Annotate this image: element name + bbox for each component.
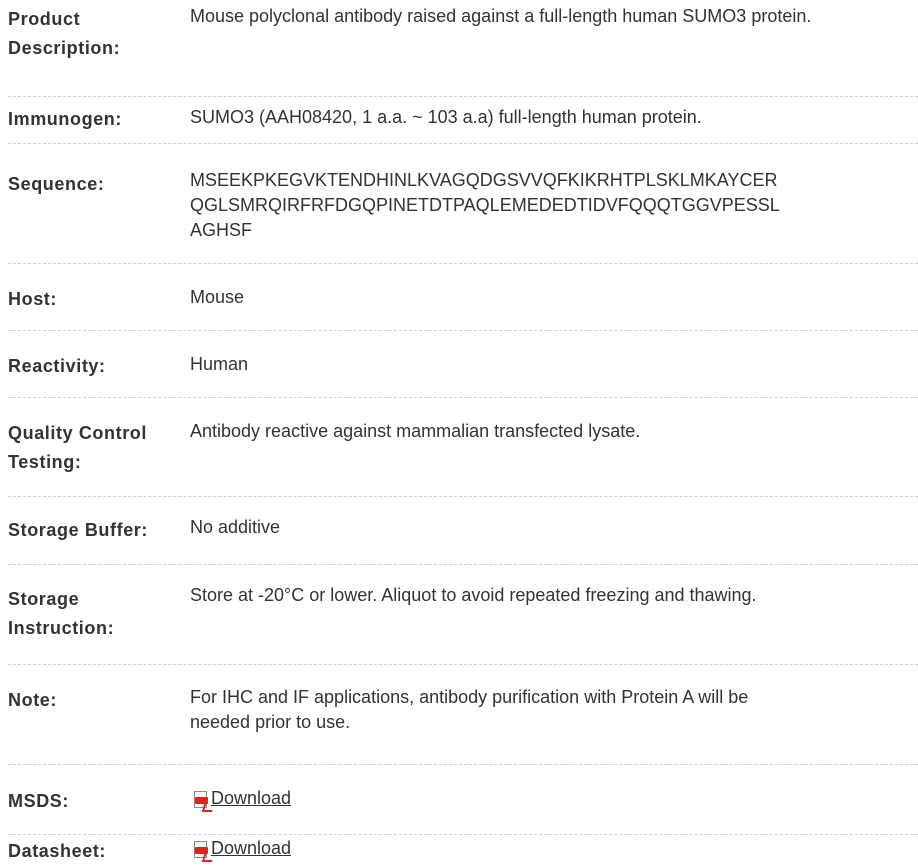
label-host: Host:: [8, 289, 57, 309]
row-quality-control-testing: Quality Control Testing: Antibody reacti…: [8, 398, 918, 497]
label-reactivity: Reactivity:: [8, 356, 106, 376]
row-product-description: Product Description: Mouse polyclonal an…: [8, 0, 918, 97]
row-immunogen: Immunogen: SUMO3 (AAH08420, 1 a.a. ~ 103…: [8, 97, 918, 144]
row-datasheet: Datasheet: Download: [8, 835, 918, 867]
sequence-line-1: MSEEKPKEGVKTENDHINLKVAGQDGSVVQFKIKRHTPLS…: [190, 170, 778, 190]
value-sequence: MSEEKPKEGVKTENDHINLKVAGQDGSVVQFKIKRHTPLS…: [190, 168, 910, 243]
row-host: Host: Mouse: [8, 264, 918, 331]
value-reactivity: Human: [190, 354, 249, 374]
pdf-icon[interactable]: [190, 839, 215, 862]
label-product-description: Product Description:: [8, 9, 121, 58]
label-note: Note:: [8, 690, 57, 710]
row-storage-instruction: Storage Instruction: Store at -20°C or l…: [8, 565, 918, 665]
value-immunogen: SUMO3 (AAH08420, 1 a.a. ~ 103 a.a) full-…: [190, 107, 702, 127]
datasheet-download[interactable]: Download: [190, 837, 291, 862]
label-msds: MSDS:: [8, 791, 69, 811]
value-msds: Download: [190, 787, 910, 816]
row-reactivity: Reactivity: Human: [8, 331, 918, 398]
datasheet-download-link[interactable]: Download: [211, 837, 291, 859]
row-storage-buffer: Storage Buffer: No additive: [8, 497, 918, 565]
value-datasheet: Download: [190, 837, 910, 866]
value-quality-control-testing: Antibody reactive against mammalian tran…: [190, 421, 641, 441]
sequence-line-3: AGHSF: [190, 220, 253, 240]
value-storage-buffer: No additive: [190, 517, 281, 537]
label-quality-control-testing: Quality Control Testing:: [8, 423, 147, 472]
msds-download[interactable]: Download: [190, 787, 291, 812]
label-datasheet: Datasheet:: [8, 841, 107, 861]
label-storage-buffer: Storage Buffer:: [8, 520, 149, 540]
value-product-description: Mouse polyclonal antibody raised against…: [190, 6, 812, 26]
value-storage-instruction: Store at -20°C or lower. Aliquot to avoi…: [190, 585, 757, 605]
value-host: Mouse: [190, 287, 245, 307]
label-storage-instruction: Storage Instruction:: [8, 589, 115, 638]
msds-download-link[interactable]: Download: [211, 787, 291, 809]
row-note: Note: For IHC and IF applications, antib…: [8, 665, 918, 765]
value-note: For IHC and IF applications, antibody pu…: [190, 687, 749, 732]
row-msds: MSDS: Download: [8, 765, 918, 835]
sequence-line-2: QGLSMRQIRFRFDGQPINETDTPAQLEMEDEDTIDVFQQQ…: [190, 195, 780, 215]
row-sequence: Sequence: MSEEKPKEGVKTENDHINLKVAGQDGSVVQ…: [8, 144, 918, 264]
label-immunogen: Immunogen:: [8, 109, 122, 129]
pdf-icon[interactable]: [190, 789, 215, 812]
label-sequence: Sequence:: [8, 174, 105, 194]
